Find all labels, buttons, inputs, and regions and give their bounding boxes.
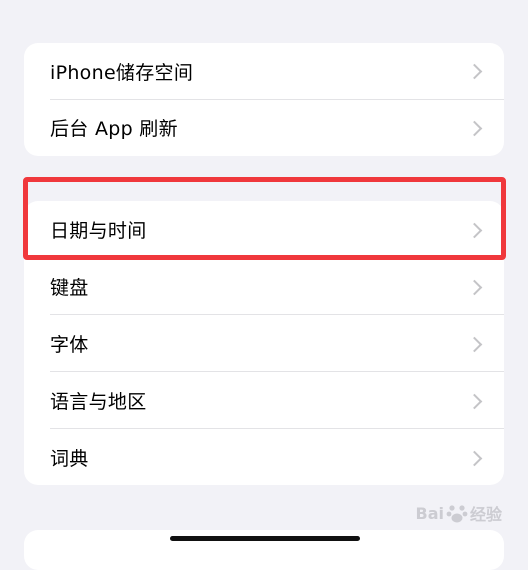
row-label-date-time: 日期与时间 — [50, 220, 147, 242]
chevron-right-icon — [466, 120, 483, 137]
row-language-region[interactable]: 语言与地区 — [24, 372, 504, 429]
watermark-text-jingyan: 经验 — [469, 505, 502, 524]
row-label-language-region: 语言与地区 — [50, 391, 147, 413]
chevron-right-icon — [466, 393, 483, 409]
chevron-right-icon — [466, 450, 483, 466]
row-dictionary[interactable]: 词典 — [24, 429, 504, 485]
row-label-background-app-refresh: 后台 App 刷新 — [50, 118, 178, 141]
row-date-time[interactable]: 日期与时间 — [24, 201, 504, 258]
paw-icon — [446, 505, 468, 523]
settings-group-storage: iPhone储存空间 后台 App 刷新 — [24, 43, 504, 156]
row-background-app-refresh[interactable]: 后台 App 刷新 — [24, 100, 504, 157]
chevron-right-icon — [466, 279, 483, 295]
chevron-right-icon — [466, 222, 483, 238]
watermark-text-bai: Bai — [415, 503, 444, 523]
row-label-iphone-storage: iPhone储存空间 — [50, 61, 194, 84]
baidu-watermark: Bai 经验 — [416, 501, 503, 525]
settings-group-general: 日期与时间 键盘 字体 语言与地区 词典 — [24, 201, 504, 485]
chevron-right-icon — [466, 336, 483, 352]
home-indicator[interactable] — [170, 536, 360, 541]
row-label-fonts: 字体 — [50, 334, 89, 356]
row-iphone-storage[interactable]: iPhone储存空间 — [24, 43, 504, 100]
row-label-keyboard: 键盘 — [50, 277, 89, 299]
row-fonts[interactable]: 字体 — [24, 315, 504, 372]
chevron-right-icon — [466, 63, 483, 80]
row-keyboard[interactable]: 键盘 — [24, 258, 504, 315]
row-label-dictionary: 词典 — [50, 448, 89, 470]
